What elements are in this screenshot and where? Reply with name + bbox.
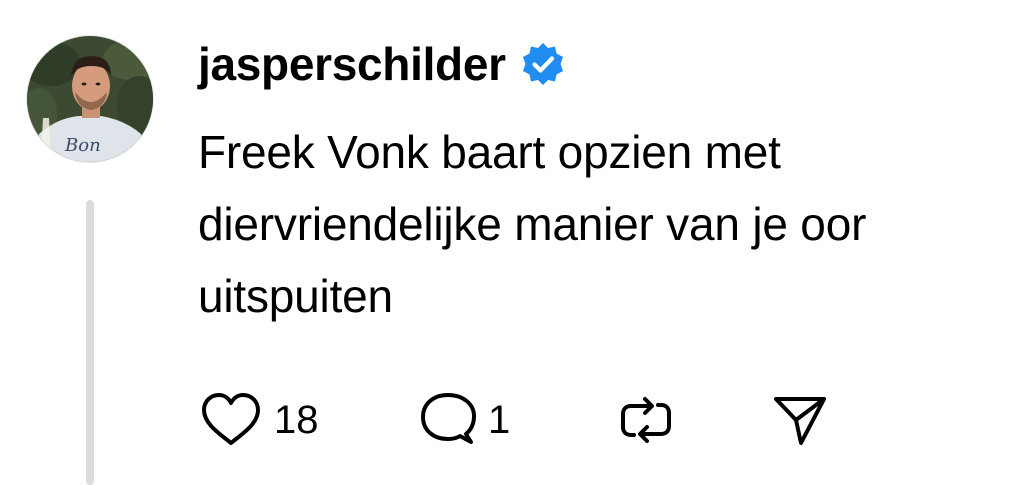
repost-button[interactable] bbox=[618, 392, 772, 448]
post-actions: 18 1 bbox=[200, 392, 828, 448]
post-content: jasperschilder Freek Vonk baart opzien m… bbox=[198, 28, 1008, 332]
reply-count: 1 bbox=[488, 398, 511, 442]
threads-post: Bon jasperschilder Freek Vonk baart opzi… bbox=[0, 0, 1024, 485]
post-header: jasperschilder bbox=[198, 28, 1008, 100]
share-button[interactable] bbox=[772, 392, 828, 448]
post-text: Freek Vonk baart opzien met diervriendel… bbox=[198, 126, 867, 322]
repost-icon bbox=[621, 397, 671, 443]
avatar-shirt-text: Bon bbox=[64, 135, 101, 156]
comment-icon bbox=[421, 393, 476, 444]
share-icon bbox=[774, 397, 826, 445]
reply-button[interactable]: 1 bbox=[420, 392, 618, 448]
avatar-photo: Bon bbox=[27, 36, 153, 162]
heart-icon bbox=[202, 393, 260, 445]
avatar[interactable]: Bon bbox=[27, 36, 153, 162]
username[interactable]: jasperschilder bbox=[198, 41, 506, 87]
like-count: 18 bbox=[274, 398, 319, 442]
verified-badge-icon bbox=[520, 41, 566, 87]
like-button[interactable]: 18 bbox=[200, 392, 420, 448]
thread-line bbox=[86, 200, 94, 485]
